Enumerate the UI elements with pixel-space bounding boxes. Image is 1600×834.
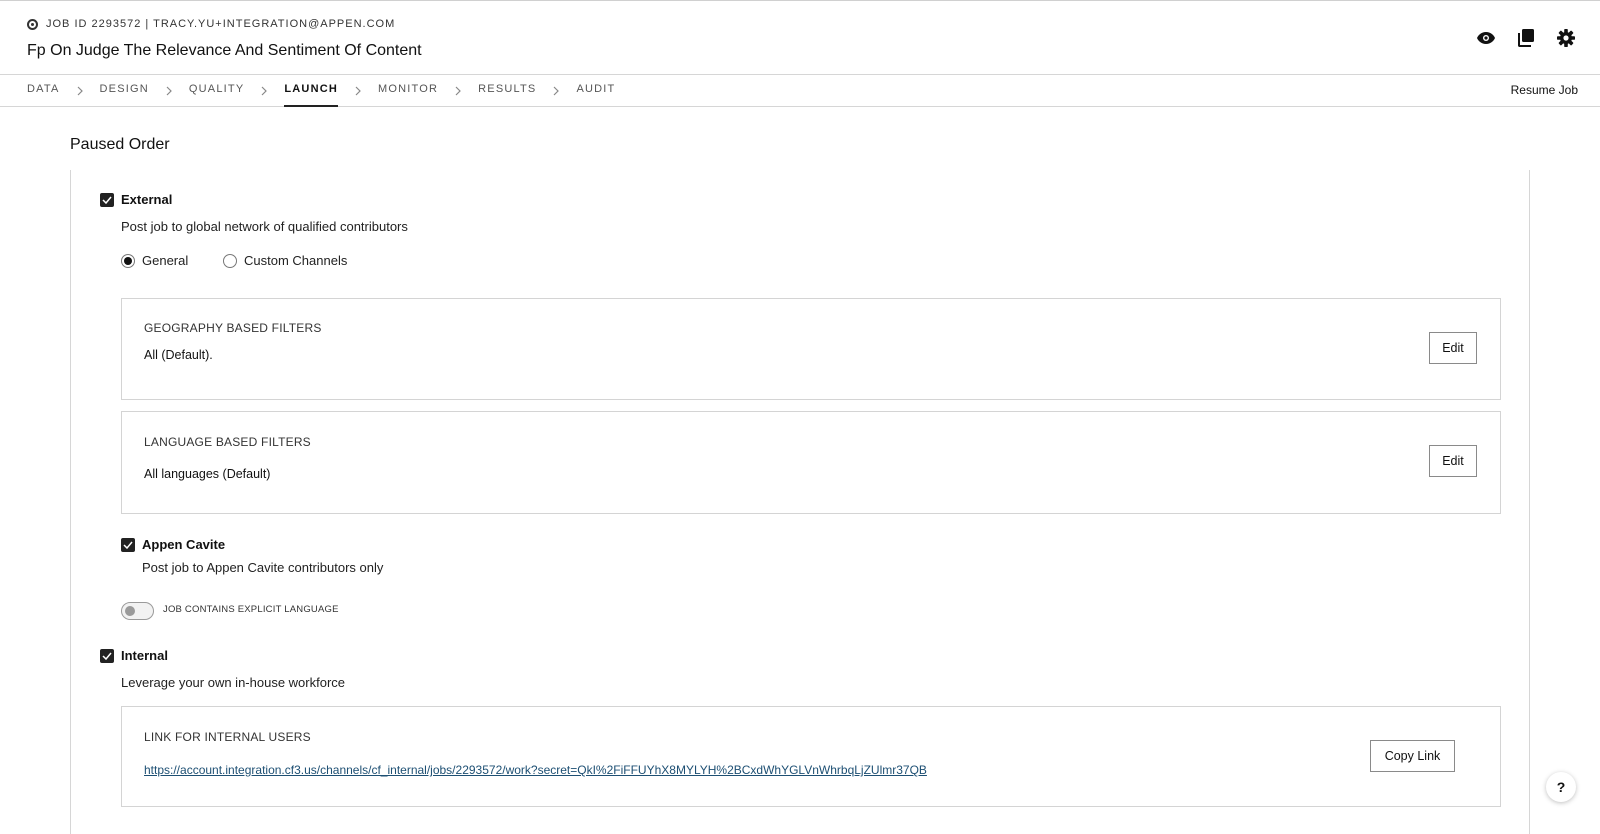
- appen-cavite-description: Post job to Appen Cavite contributors on…: [142, 560, 384, 575]
- step-results[interactable]: RESULTS: [478, 75, 536, 107]
- job-title: Fp On Judge The Relevance And Sentiment …: [27, 42, 422, 59]
- job-meta-text: JOB ID 2293572 | TRACY.YU+INTEGRATION@AP…: [46, 18, 396, 30]
- step-monitor[interactable]: MONITOR: [378, 75, 438, 107]
- step-data[interactable]: DATA: [27, 75, 60, 107]
- help-icon: ?: [1556, 779, 1566, 795]
- radio-custom-channels-label: Custom Channels: [244, 253, 348, 268]
- job-meta: JOB ID 2293572 | TRACY.YU+INTEGRATION@AP…: [27, 18, 395, 30]
- channels-panel: External Post job to global network of q…: [70, 170, 1530, 834]
- resume-job-button[interactable]: Resume Job: [1511, 83, 1578, 97]
- step-launch[interactable]: LAUNCH: [284, 75, 338, 107]
- internal-users-link[interactable]: https://account.integration.cf3.us/chann…: [144, 763, 927, 777]
- external-checkbox[interactable]: [100, 193, 114, 207]
- geography-filters-card: GEOGRAPHY BASED FILTERS All (Default). E…: [121, 298, 1501, 400]
- internal-description: Leverage your own in-house workforce: [121, 675, 346, 690]
- chevron-right-icon: [338, 86, 378, 96]
- step-design[interactable]: DESIGN: [100, 75, 149, 107]
- toggle-knob: [125, 606, 135, 616]
- language-filters-title: LANGUAGE BASED FILTERS: [144, 435, 311, 449]
- eye-icon[interactable]: [1476, 28, 1496, 48]
- gear-icon[interactable]: [1556, 28, 1576, 48]
- radio-general-label: General: [142, 253, 189, 268]
- language-filters-card: LANGUAGE BASED FILTERS All languages (De…: [121, 411, 1501, 514]
- explicit-language-label: JOB CONTAINS EXPLICIT LANGUAGE: [163, 604, 339, 615]
- internal-label: Internal: [121, 648, 168, 663]
- internal-link-title: LINK FOR INTERNAL USERS: [144, 730, 311, 744]
- chevron-right-icon: [60, 86, 100, 96]
- check-icon: [102, 652, 112, 660]
- external-description: Post job to global network of qualified …: [121, 219, 408, 234]
- chevron-right-icon: [244, 86, 284, 96]
- radio-general[interactable]: [121, 254, 135, 268]
- chevron-right-icon: [536, 86, 576, 96]
- chevron-right-icon: [438, 86, 478, 96]
- step-navigation: DATA DESIGN QUALITY LAUNCH MONITOR RESUL…: [0, 75, 1600, 107]
- language-filters-value: All languages (Default): [144, 467, 271, 481]
- edit-language-button[interactable]: Edit: [1429, 445, 1477, 477]
- appen-cavite-checkbox[interactable]: [121, 538, 135, 552]
- step-quality[interactable]: QUALITY: [189, 75, 244, 107]
- appen-cavite-label: Appen Cavite: [142, 537, 226, 552]
- check-icon: [102, 196, 112, 204]
- geography-filters-value: All (Default).: [144, 348, 213, 362]
- geography-filters-title: GEOGRAPHY BASED FILTERS: [144, 321, 322, 335]
- explicit-language-toggle[interactable]: [121, 602, 154, 620]
- edit-geography-button[interactable]: Edit: [1429, 332, 1477, 364]
- page-title: Paused Order: [70, 136, 170, 153]
- internal-checkbox[interactable]: [100, 649, 114, 663]
- step-list: DATA DESIGN QUALITY LAUNCH MONITOR RESUL…: [27, 75, 615, 107]
- copy-icon[interactable]: [1516, 28, 1536, 48]
- copy-link-button[interactable]: Copy Link: [1370, 740, 1455, 772]
- job-header: JOB ID 2293572 | TRACY.YU+INTEGRATION@AP…: [0, 0, 1600, 75]
- chevron-right-icon: [149, 86, 189, 96]
- internal-link-card: LINK FOR INTERNAL USERS https://account.…: [121, 706, 1501, 807]
- help-button[interactable]: ?: [1546, 772, 1576, 802]
- radio-custom-channels[interactable]: [223, 254, 237, 268]
- status-dot-icon: [27, 18, 38, 30]
- step-audit[interactable]: AUDIT: [576, 75, 615, 107]
- external-label: External: [121, 192, 173, 207]
- header-actions: [1476, 28, 1576, 48]
- check-icon: [123, 541, 133, 549]
